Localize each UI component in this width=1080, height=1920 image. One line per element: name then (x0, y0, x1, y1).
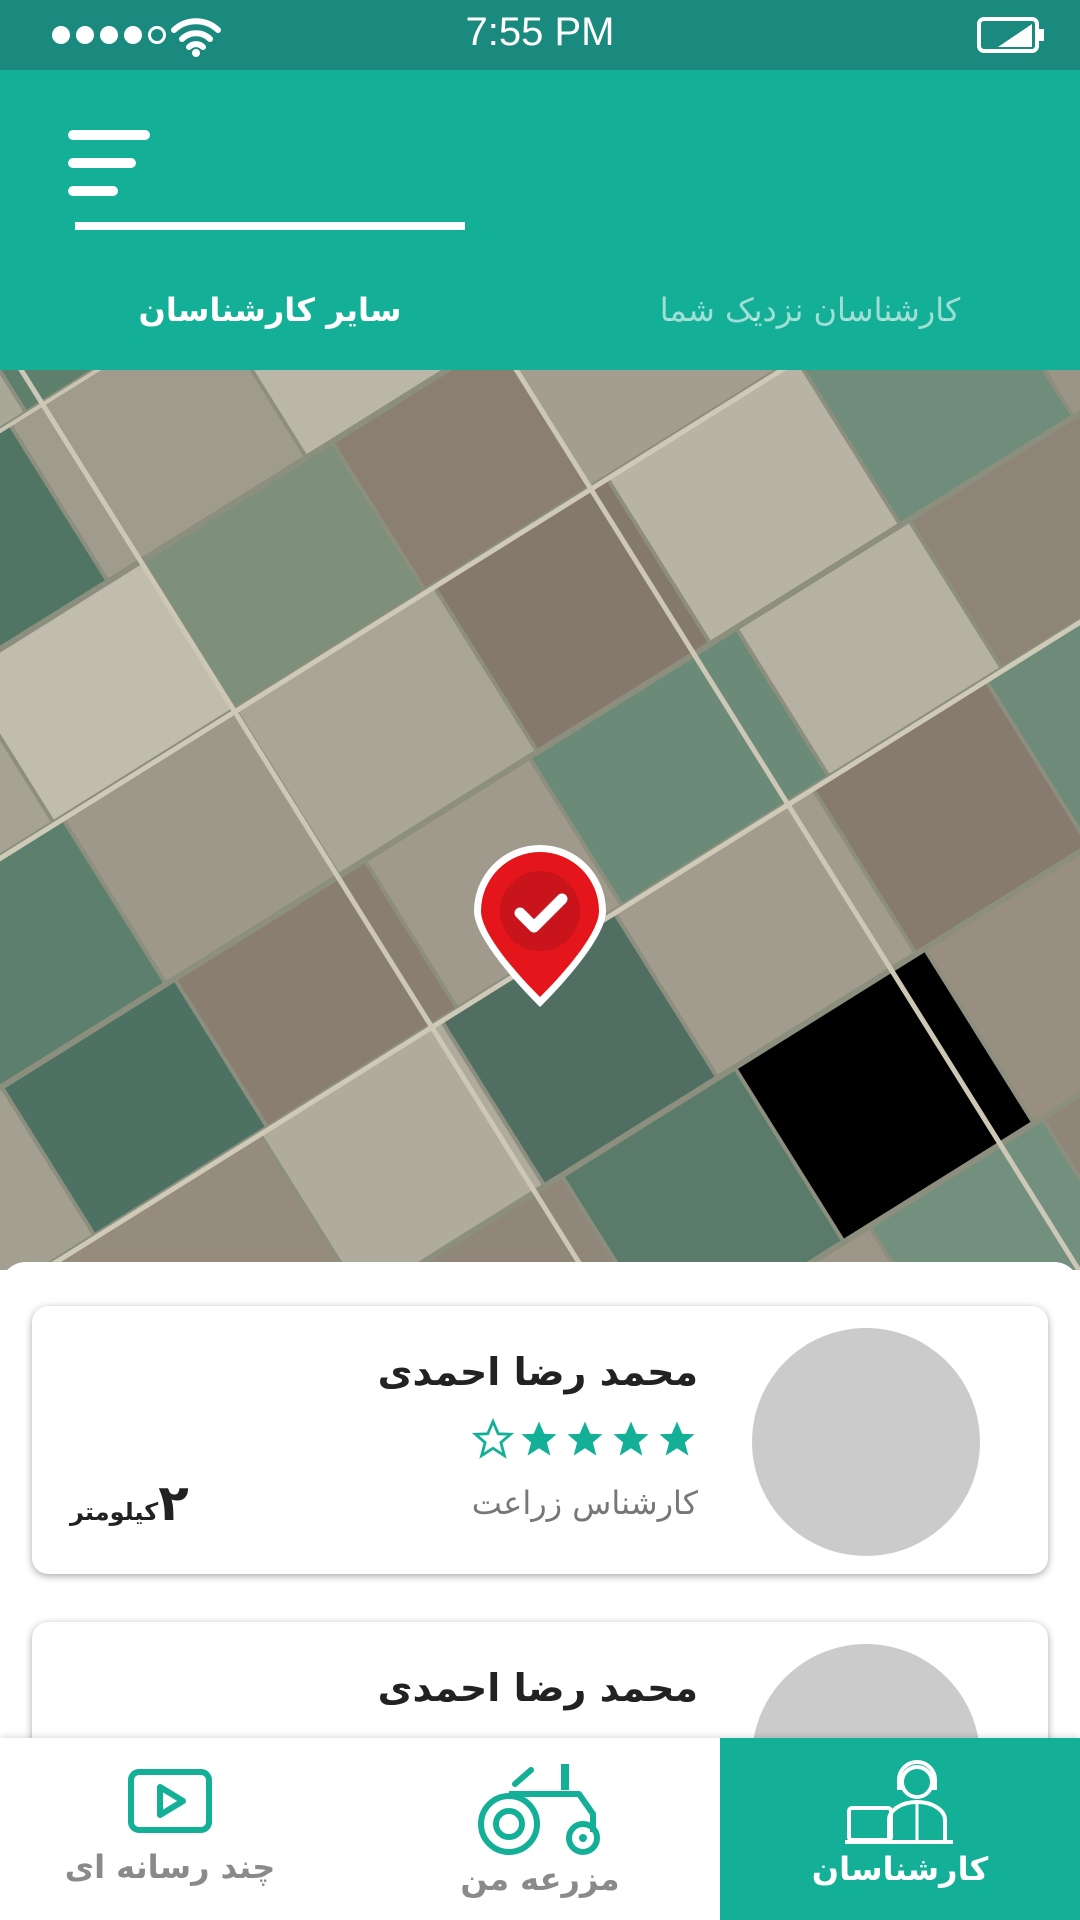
tab-nearby-experts[interactable]: کارشناسان نزدیک شما (620, 280, 1000, 370)
bottom-navigation: چند رسانه ای مزرعه من کارشناسان (0, 1738, 1080, 1920)
expert-name: محمد رضا احمدی (377, 1350, 698, 1394)
expert-headset-icon (845, 1760, 953, 1844)
expert-name: محمد رضا احمدی (377, 1666, 698, 1710)
menu-button[interactable] (68, 130, 150, 196)
status-bar: 7:55 PM (0, 0, 1080, 70)
tractor-icon (478, 1764, 600, 1855)
battery-icon (977, 17, 1044, 53)
distance-unit: کیلومتر (70, 1498, 159, 1526)
nav-my-farm[interactable]: مزرعه من (370, 1738, 710, 1920)
nav-my-farm-label: مزرعه من (460, 1860, 620, 1898)
nav-experts-label: کارشناسان (811, 1850, 989, 1888)
star-filled-icon (613, 1421, 649, 1456)
play-video-icon (128, 1769, 212, 1833)
star-filled-icon (659, 1421, 695, 1456)
active-tab-indicator (75, 222, 465, 230)
expert-distance: ۲کیلومتر (70, 1474, 189, 1532)
nav-multimedia[interactable]: چند رسانه ای (0, 1738, 340, 1920)
expert-tabs: سایر کارشناسان کارشناسان نزدیک شما (0, 280, 1080, 370)
app-header: سایر کارشناسان کارشناسان نزدیک شما (0, 70, 1080, 370)
expert-role: کارشناس زراعت (471, 1484, 698, 1522)
map-pin-check-icon[interactable] (470, 845, 610, 1010)
satellite-map[interactable] (0, 370, 1080, 1270)
nav-experts[interactable]: کارشناسان (720, 1738, 1080, 1920)
menu-icon (68, 130, 150, 140)
star-filled-icon (521, 1421, 557, 1456)
nav-multimedia-label: چند رسانه ای (64, 1848, 276, 1886)
tab-other-experts[interactable]: سایر کارشناسان (75, 280, 465, 370)
distance-value: ۲ (158, 1474, 189, 1532)
rating-stars (472, 1418, 698, 1460)
star-empty-icon (472, 1418, 514, 1459)
star-filled-icon (567, 1421, 603, 1456)
expert-card[interactable]: محمد رضا احمدی کارشناس زراعت ۲کیلومتر (32, 1306, 1048, 1574)
status-time: 7:55 PM (465, 10, 615, 54)
avatar (752, 1328, 980, 1556)
